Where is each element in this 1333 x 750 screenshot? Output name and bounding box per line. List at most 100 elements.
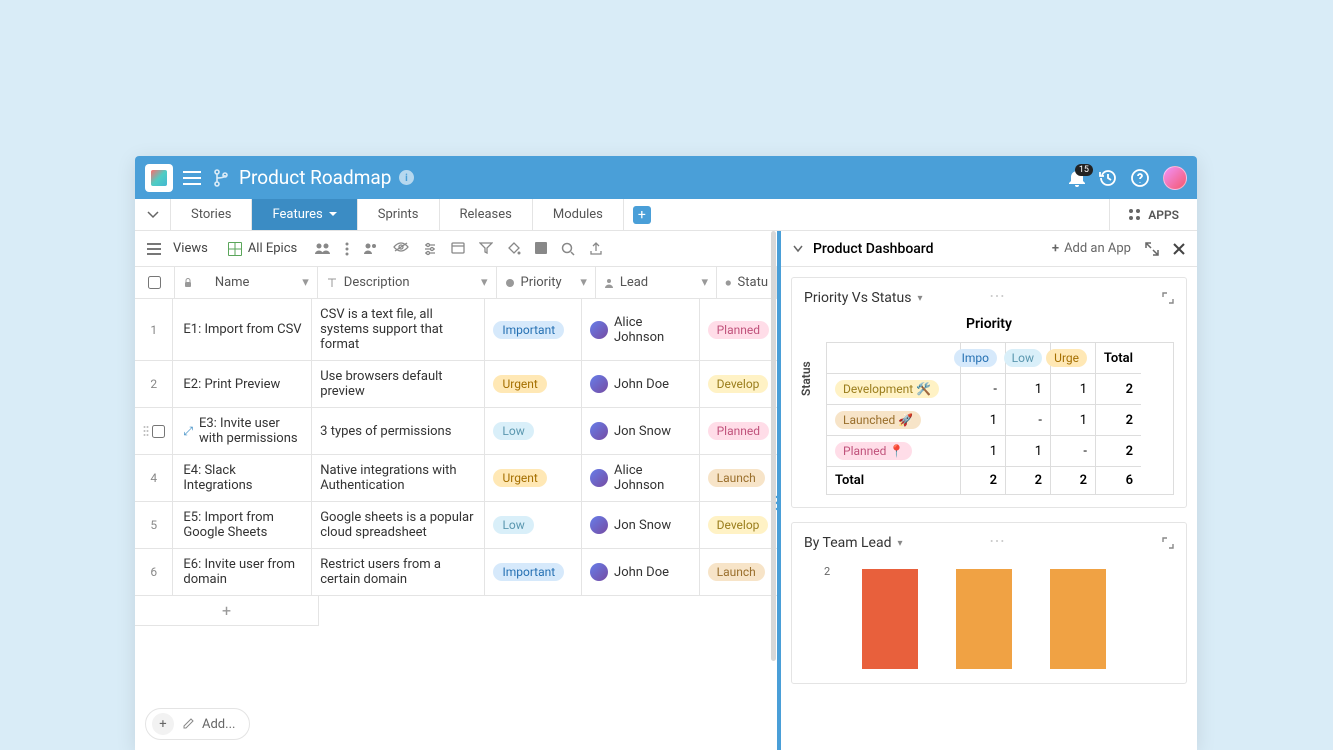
tab-modules[interactable]: Modules — [533, 199, 624, 230]
cell-lead[interactable]: Alice Johnson — [582, 455, 700, 501]
cell-description[interactable]: CSV is a text file, all systems support … — [312, 299, 485, 360]
column-status[interactable]: Statu — [717, 267, 777, 298]
cell-lead[interactable]: Jon Snow — [582, 502, 700, 548]
settings-icon[interactable] — [423, 242, 437, 256]
expand-icon[interactable] — [1162, 537, 1174, 549]
cell-priority[interactable]: Urgent — [485, 361, 582, 407]
tab-stories[interactable]: Stories — [171, 199, 252, 230]
cell-priority[interactable]: Important — [485, 299, 582, 360]
cell-name[interactable]: E2: Print Preview — [173, 361, 312, 407]
column-name[interactable]: Name ▾ — [175, 267, 318, 298]
column-description[interactable]: Description ▾ — [318, 267, 497, 298]
views-icon[interactable] — [147, 243, 161, 255]
dashboard-header: Product Dashboard +Add an App — [781, 231, 1197, 267]
table-row[interactable]: 2E2: Print PreviewUse browsers default p… — [135, 361, 777, 408]
splitter-handle[interactable] — [773, 491, 781, 515]
drag-icon[interactable] — [143, 425, 149, 437]
collapse-icon[interactable] — [793, 245, 803, 253]
cell-lead[interactable]: Jon Snow — [582, 408, 700, 454]
cell-priority[interactable]: Low — [485, 408, 582, 454]
drag-handle-icon[interactable]: ⋯ — [989, 531, 1005, 550]
views-label[interactable]: Views — [173, 241, 208, 256]
card-icon[interactable] — [451, 242, 465, 256]
table-row[interactable]: 4E4: Slack IntegrationsNative integratio… — [135, 455, 777, 502]
app-logo[interactable] — [145, 164, 173, 192]
add-app-button[interactable]: +Add an App — [1052, 241, 1131, 256]
cell-description[interactable]: Restrict users from a certain domain — [312, 549, 485, 595]
add-app-label: Add an App — [1064, 241, 1131, 256]
chevron-down-icon[interactable]: ▾ — [917, 293, 922, 304]
cell-description[interactable]: Use browsers default preview — [312, 361, 485, 407]
bar[interactable] — [1050, 569, 1106, 669]
avatar — [590, 321, 608, 339]
cell-status[interactable]: Develop — [700, 502, 777, 548]
bar[interactable] — [956, 569, 1012, 669]
add-row[interactable]: + — [135, 596, 319, 626]
share-icon[interactable] — [315, 242, 331, 256]
export-icon[interactable] — [589, 242, 603, 256]
table-row[interactable]: 5E5: Import from Google SheetsGoogle she… — [135, 502, 777, 549]
tab-sprints[interactable]: Sprints — [358, 199, 440, 230]
apps-button[interactable]: APPS — [1109, 199, 1197, 230]
table-row[interactable]: ⤢E3: Invite user with permissions3 types… — [135, 408, 777, 455]
help-icon[interactable] — [1131, 169, 1149, 187]
cell-priority[interactable]: Urgent — [485, 455, 582, 501]
widget-title[interactable]: Priority Vs Status — [804, 290, 911, 306]
row-number: 2 — [135, 361, 173, 407]
cell-name[interactable]: E1: Import from CSV — [173, 299, 312, 360]
cell-name[interactable]: E6: Invite user from domain — [173, 549, 312, 595]
tab-releases[interactable]: Releases — [440, 199, 533, 230]
table-row[interactable]: 1E1: Import from CSVCSV is a text file, … — [135, 299, 777, 361]
view-selector[interactable]: All Epics — [228, 241, 297, 256]
expand-icon[interactable] — [1162, 292, 1174, 304]
cell-name[interactable]: E5: Import from Google Sheets — [173, 502, 312, 548]
user-avatar[interactable] — [1163, 166, 1187, 190]
chevron-down-icon[interactable]: ▾ — [898, 538, 903, 549]
text-icon — [326, 278, 338, 288]
info-icon[interactable]: i — [399, 170, 414, 185]
scrollbar[interactable] — [771, 231, 776, 661]
column-checkbox[interactable] — [135, 267, 175, 298]
cell-name[interactable]: ⤢E3: Invite user with permissions — [173, 408, 312, 454]
search-icon[interactable] — [561, 242, 575, 256]
menu-icon[interactable] — [183, 171, 201, 185]
cell-name[interactable]: E4: Slack Integrations — [173, 455, 312, 501]
fill-icon[interactable] — [507, 242, 521, 256]
add-row-button[interactable]: + Add... — [145, 708, 250, 740]
expand-icon[interactable]: ⤢ — [183, 424, 193, 439]
cell-status[interactable]: Planned — [700, 408, 777, 454]
bar[interactable] — [862, 569, 918, 669]
color-icon[interactable] — [535, 242, 547, 256]
people-icon[interactable] — [363, 242, 379, 256]
row-checkbox[interactable] — [152, 425, 165, 438]
cell-status[interactable]: Launch — [700, 455, 777, 501]
drag-handle-icon[interactable]: ⋯ — [989, 286, 1005, 305]
cell-status[interactable]: Develop — [700, 361, 777, 407]
expand-icon[interactable] — [1145, 242, 1159, 256]
notifications-icon[interactable]: 15 — [1069, 169, 1085, 187]
visibility-icon[interactable] — [393, 242, 409, 256]
cell-description[interactable]: Native integrations with Authentication — [312, 455, 485, 501]
tab-add[interactable]: + — [624, 199, 660, 230]
cell-lead[interactable]: Alice Johnson — [582, 299, 700, 360]
more-icon[interactable] — [345, 242, 349, 256]
close-icon[interactable] — [1173, 243, 1185, 255]
cell-description[interactable]: Google sheets is a popular cloud spreads… — [312, 502, 485, 548]
history-icon[interactable] — [1099, 169, 1117, 187]
table-row[interactable]: 6E6: Invite user from domainRestrict use… — [135, 549, 777, 596]
cell-status[interactable]: Planned — [700, 299, 777, 360]
cell-priority[interactable]: Important — [485, 549, 582, 595]
cell-description[interactable]: 3 types of permissions — [312, 408, 485, 454]
cell-lead[interactable]: John Doe — [582, 361, 700, 407]
cell-priority[interactable]: Low — [485, 502, 582, 548]
widget-title[interactable]: By Team Lead — [804, 535, 892, 551]
tabs-collapse[interactable] — [135, 199, 171, 230]
pivot-cell: 1 — [1006, 436, 1051, 467]
column-priority[interactable]: Priority ▾ — [497, 267, 596, 298]
cell-lead[interactable]: John Doe — [582, 549, 700, 595]
select-all-checkbox[interactable] — [148, 276, 161, 289]
cell-status[interactable]: Launch — [700, 549, 777, 595]
filter-icon[interactable] — [479, 242, 493, 256]
column-lead[interactable]: Lead ▾ — [596, 267, 717, 298]
tab-features[interactable]: Features — [252, 199, 357, 230]
